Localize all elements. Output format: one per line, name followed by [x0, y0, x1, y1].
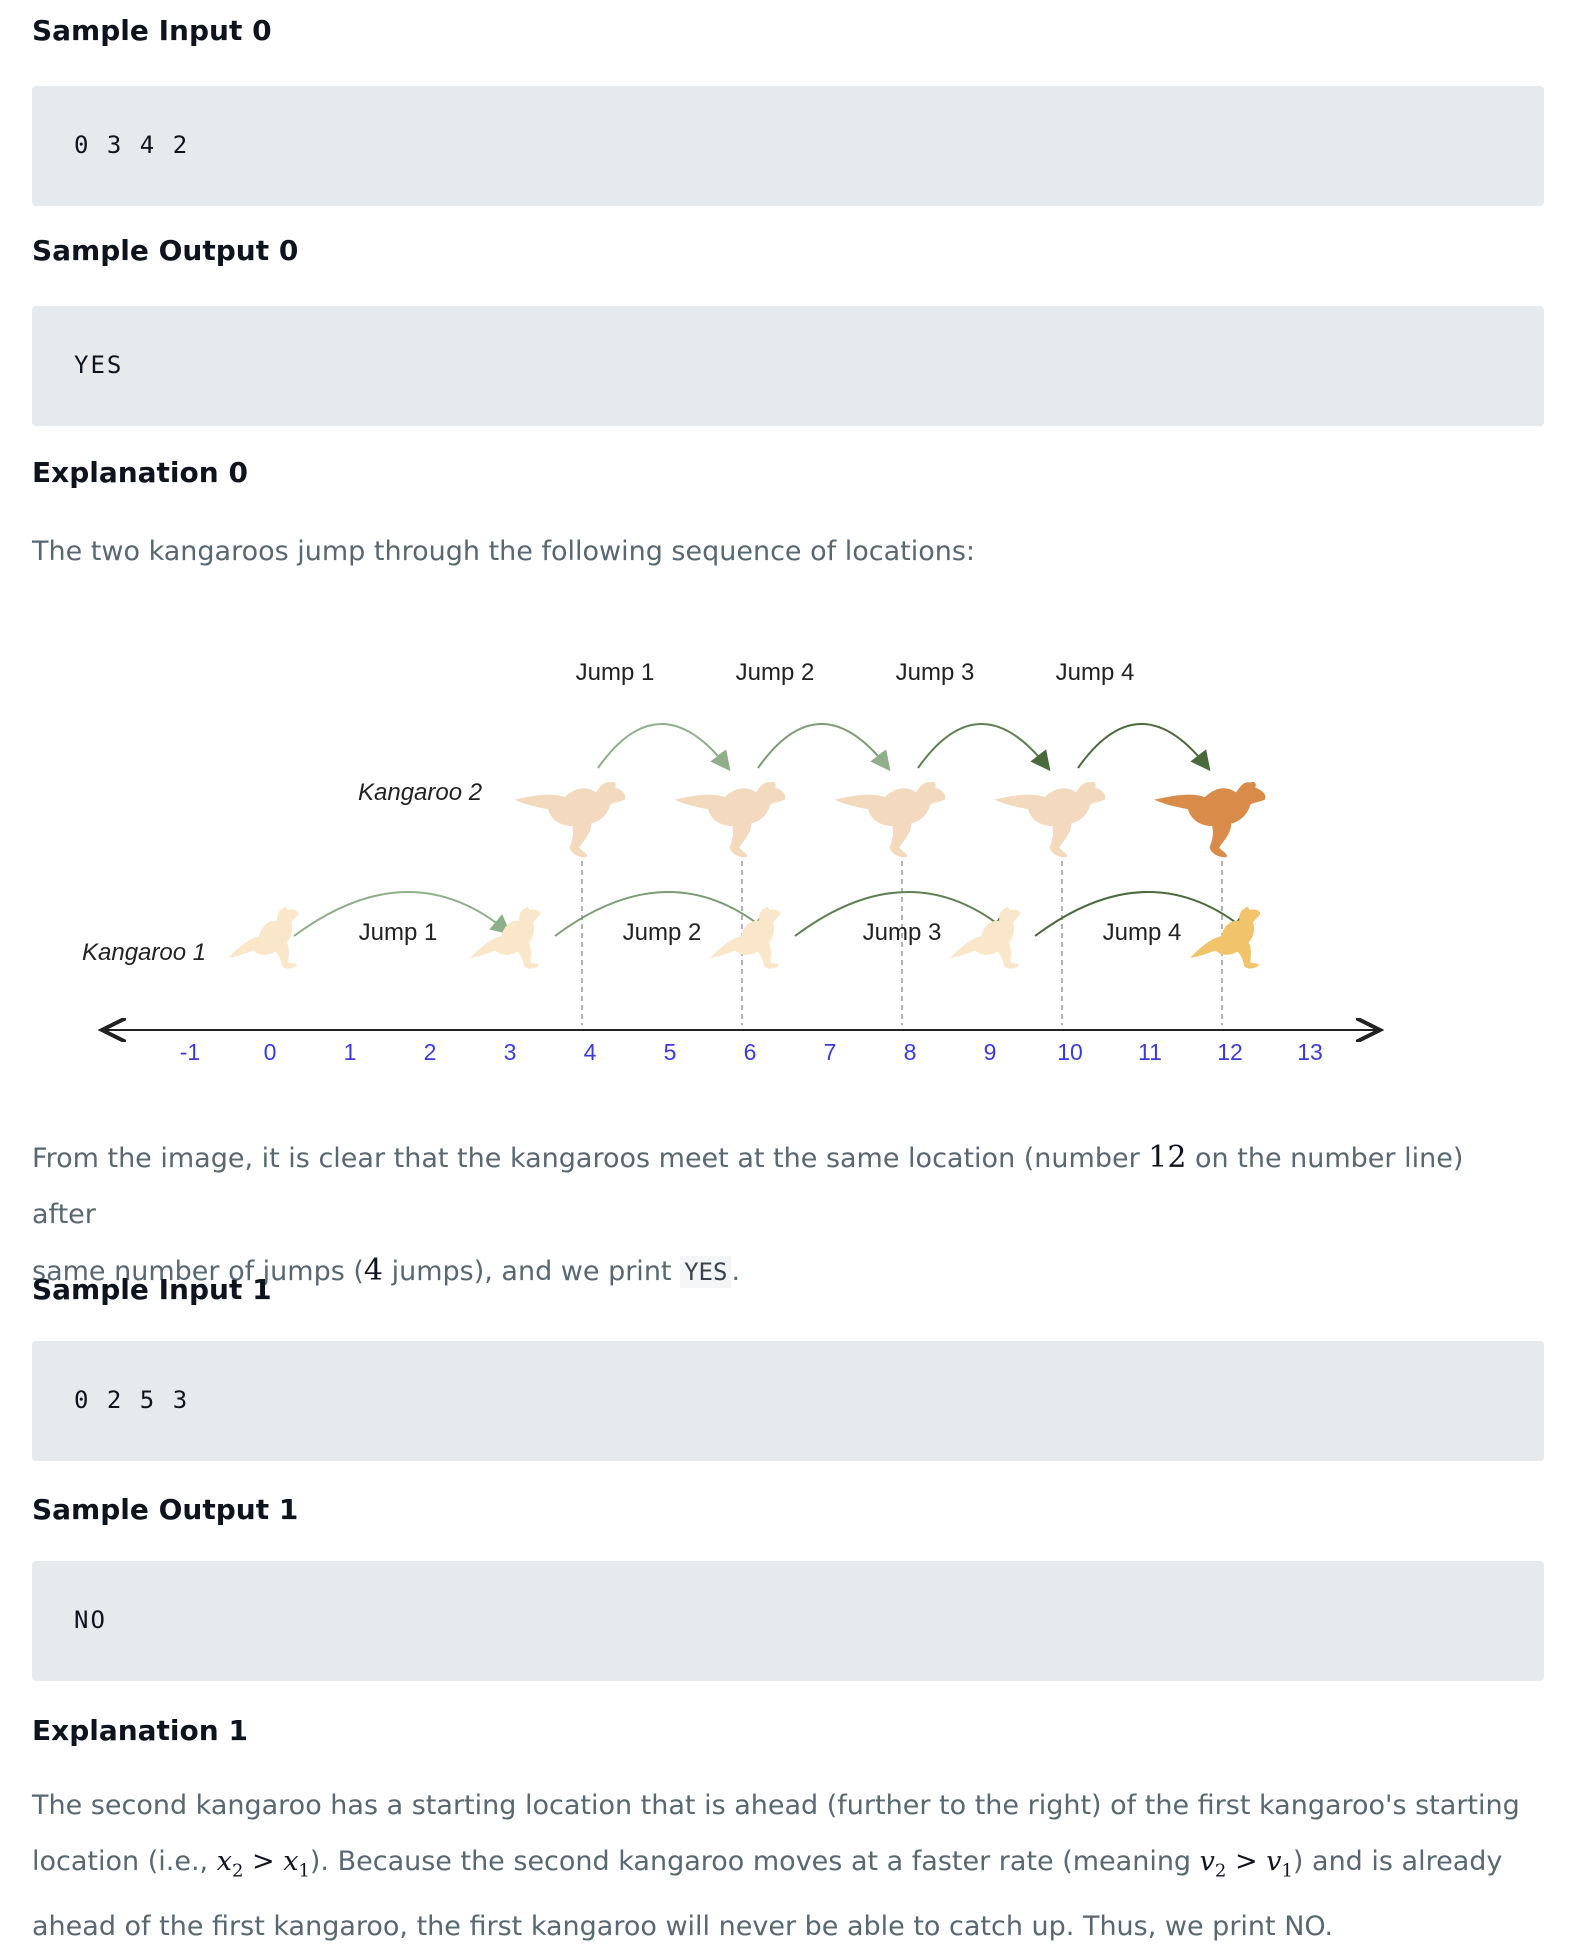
- tick-label: 5: [664, 1039, 677, 1065]
- top-jump-2-label: Jump 2: [736, 659, 815, 686]
- kangaroo-2-icon-pos-8: [834, 781, 946, 858]
- kangaroo-2-icon-pos-6: [674, 781, 786, 858]
- explanation-1-paragraph: The second kangaroo has a starting locat…: [32, 1778, 1532, 1955]
- sample-input-0-codebox: 0 3 4 2: [32, 86, 1544, 206]
- top-jump-2-arc: [757, 723, 891, 772]
- tick-label: 13: [1297, 1039, 1323, 1065]
- math-x2-gt-x1: x2 > x1: [216, 1846, 310, 1882]
- tick-label: 4: [584, 1039, 597, 1065]
- kangaroo-1-icon-pos-0: [221, 902, 322, 995]
- explanation-0-heading: Explanation 0: [32, 456, 248, 489]
- problem-page: Sample Input 0 0 3 4 2 Sample Output 0 Y…: [0, 0, 1572, 1958]
- sample-output-0-heading: Sample Output 0: [32, 234, 299, 267]
- tick-label: 7: [824, 1039, 837, 1065]
- explanation-0-text-a: From the image, it is clear that the kan…: [32, 1143, 1149, 1174]
- explanation-0-text-d: jumps), and we print: [383, 1256, 681, 1287]
- sample-output-0-code: YES: [74, 351, 124, 379]
- kangaroo-1-icon-pos-6: [703, 902, 804, 995]
- explanation-1-line-2c: ) and is already: [1292, 1846, 1503, 1877]
- kangaroo-1-icon-pos-12: [1183, 902, 1284, 995]
- tick-label: 2: [424, 1039, 437, 1065]
- tick-labels: -1 0 1 2 3 4 5 6 7 8 9 10 11 12 13: [180, 1039, 1323, 1065]
- tick-label: -1: [180, 1039, 200, 1065]
- tick-label: 0: [264, 1039, 277, 1065]
- sample-output-1-heading: Sample Output 1: [32, 1493, 299, 1526]
- explanation-0-text-e: .: [731, 1256, 741, 1287]
- sample-input-0-code: 0 3 4 2: [74, 131, 190, 159]
- sample-input-0-heading: Sample Input 0: [32, 14, 272, 47]
- bottom-jump-1-label: Jump 1: [359, 919, 438, 946]
- sample-input-1-codebox: 0 2 5 3: [32, 1341, 1544, 1461]
- explanation-1-line-3: ahead of the first kangaroo, the first k…: [32, 1911, 1334, 1943]
- tick-label: 9: [984, 1039, 997, 1065]
- tick-label: 10: [1057, 1039, 1083, 1065]
- tick-label: 11: [1138, 1039, 1162, 1065]
- tick-label: 3: [504, 1039, 517, 1065]
- sample-output-0-codebox: YES: [32, 306, 1544, 426]
- top-jump-4-label: Jump 4: [1056, 659, 1135, 686]
- tick-label: 1: [344, 1039, 357, 1065]
- top-jump-3-label: Jump 3: [896, 659, 975, 686]
- kangaroo-2-icon-pos-10: [994, 781, 1106, 858]
- bottom-jump-3-label: Jump 3: [863, 919, 942, 946]
- jump-count-number: 4: [363, 1253, 384, 1288]
- tick-label: 6: [744, 1039, 757, 1065]
- sample-input-1-heading: Sample Input 1: [32, 1273, 272, 1306]
- tick-label: 8: [904, 1039, 917, 1065]
- kangaroo-1-label: Kangaroo 1: [82, 939, 206, 966]
- kangaroo-2-icon-pos-12: [1154, 781, 1266, 858]
- top-jump-1-arc: [597, 723, 731, 772]
- explanation-1-line-1: The second kangaroo has a starting locat…: [32, 1790, 1520, 1821]
- sample-output-1-codebox: NO: [32, 1561, 1544, 1681]
- sample-input-1-code: 0 2 5 3: [74, 1386, 190, 1414]
- sample-output-1-code: NO: [74, 1606, 107, 1634]
- math-v2-gt-v1: v2 > v1: [1199, 1846, 1293, 1882]
- explanation-1-line-2a: location (i.e.,: [32, 1846, 217, 1877]
- bottom-jump-2-label: Jump 2: [623, 919, 702, 946]
- kangaroo-2-icon-pos-4: [514, 781, 626, 858]
- meeting-point-number: 12: [1148, 1140, 1187, 1175]
- top-jump-4-arc: [1077, 723, 1211, 772]
- tick-label: 12: [1217, 1039, 1243, 1065]
- kangaroo-1-icon-pos-9: [943, 902, 1044, 995]
- kangaroo-jump-figure: -1 0 1 2 3 4 5 6 7 8 9 10 11 12 13 Kangaroo 2 Kangaroo…: [82, 659, 1400, 1065]
- explanation-1-line-2b: ). Because the second kangaroo moves at …: [309, 1846, 1200, 1877]
- top-jump-1-label: Jump 1: [576, 659, 655, 686]
- explanation-0-intro: The two kangaroos jump through the follo…: [32, 536, 976, 567]
- kangaroo-1-icon-pos-3: [463, 902, 564, 995]
- kangaroo-2-label: Kangaroo 2: [358, 779, 482, 806]
- inline-code-yes: YES: [680, 1256, 732, 1288]
- bottom-jump-4-label: Jump 4: [1103, 919, 1182, 946]
- top-jump-3-arc: [917, 723, 1051, 772]
- explanation-1-heading: Explanation 1: [32, 1714, 248, 1747]
